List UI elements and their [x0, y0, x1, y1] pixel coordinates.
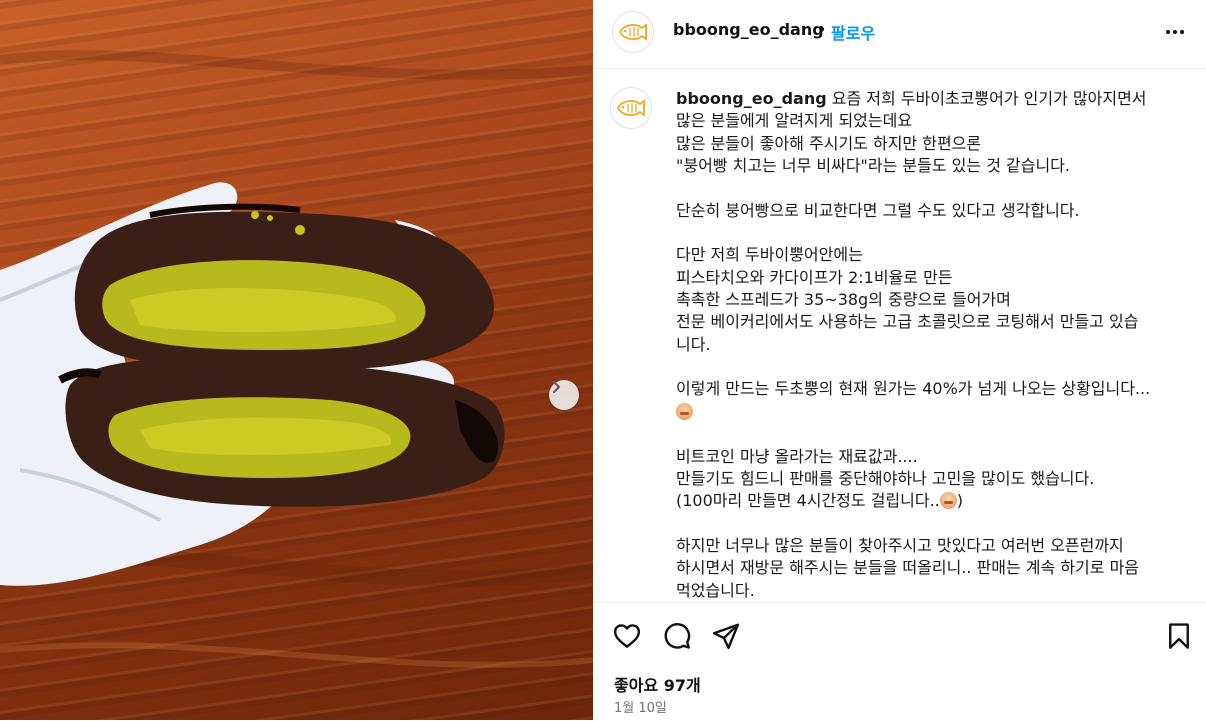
more-options-icon [1166, 30, 1184, 34]
comment-icon [664, 623, 691, 649]
caption-paren: ) [956, 491, 964, 511]
caption-line: 요즘 저희 두바이초코뿡어가 인기가 많아지면서 [831, 89, 1147, 108]
caption-line: 피스타치오와 카다이프가 2:1비율로 만든 [676, 267, 953, 287]
post-header: bboong_eo_dang • 팔로우 [593, 0, 1206, 69]
chevron-right-icon [552, 380, 561, 394]
caption-line: 니다. [676, 334, 711, 354]
dessert-photo [0, 50, 593, 668]
caption-text: bboong_eo_dang 요즘 저희 두바이초코뿡어가 인기가 많아지면서 … [676, 88, 1186, 601]
bookmark-icon [1169, 623, 1189, 649]
caption-line: 이렇게 만드는 두초뿡의 현재 원가는 40%가 넘게 나오는 상황입니다... [676, 379, 1151, 399]
header-username[interactable]: bboong_eo_dang [673, 20, 824, 39]
follow-button[interactable]: 팔로우 [831, 20, 875, 44]
heart-icon [613, 624, 641, 648]
caption-line: 먹었습니다. [676, 580, 755, 600]
next-image-button[interactable] [549, 380, 579, 410]
caption-line: 촉촉한 스프레드가 35~38g의 중량으로 들어가며 [676, 290, 1011, 310]
caption-area[interactable]: bboong_eo_dang 요즘 저희 두바이초코뿡어가 인기가 많아지면서 … [593, 69, 1206, 601]
post-image [0, 0, 593, 720]
caption-line: 많은 분들에게 알려지게 되었는데요 [676, 111, 913, 131]
likes-count[interactable]: 좋아요 97개 [614, 672, 701, 696]
caption-line: (100마리 만들면 4시간정도 걸립니다.. [676, 491, 940, 511]
caption-line: 단순히 붕어빵으로 비교한다면 그럴 수도 있다고 생각합니다. [676, 200, 1080, 220]
caption-line: 다만 저희 두바이뿡어안에는 [676, 245, 863, 265]
comment-button[interactable] [662, 621, 692, 655]
caption-avatar[interactable] [610, 87, 652, 129]
caption-username[interactable]: bboong_eo_dang [676, 89, 827, 108]
caption-line: 하시면서 재방문 해주시는 분들을 떠올리니.. 판매는 계속 하기로 마음 [676, 558, 1140, 578]
save-button[interactable] [1164, 621, 1194, 655]
worried-face-emoji-icon [676, 402, 693, 420]
send-icon [712, 623, 740, 650]
caption-line: 비트코인 마냥 올라가는 재료값과.... [676, 446, 918, 466]
share-button[interactable] [711, 621, 741, 655]
action-bar: 좋아요 97개 1월 10일 [593, 602, 1206, 721]
post-date[interactable]: 1월 10일 [614, 697, 667, 716]
more-options-button[interactable] [1165, 22, 1185, 46]
header-separator: • [817, 20, 827, 39]
caption-line: 전문 베이커리에서도 사용하는 고급 초콜릿으로 코팅해서 만들고 있습 [676, 312, 1139, 332]
like-button[interactable] [612, 621, 642, 655]
taiyaki-logo-icon [618, 23, 647, 41]
caption-line: "붕어빵 치고는 너무 비싸다"라는 분들도 있는 것 같습니다. [676, 156, 1070, 176]
caption-line: 하지만 너무나 많은 분들이 찾아주시고 맛있다고 여러번 오픈런까지 [676, 535, 1124, 555]
sweating-face-emoji-icon [939, 492, 957, 510]
profile-avatar[interactable] [612, 11, 654, 53]
caption-line: 많은 분들이 좋아해 주시기도 하지만 한편으론 [676, 133, 982, 153]
taiyaki-logo-icon [616, 99, 645, 117]
post-side-panel: bboong_eo_dang • 팔로우 bboong_eo_dang 요즘 저… [593, 0, 1206, 720]
caption-line: 만들기도 힘드니 판매를 중단해야하나 고민을 많이도 했습니다. [676, 468, 1095, 488]
